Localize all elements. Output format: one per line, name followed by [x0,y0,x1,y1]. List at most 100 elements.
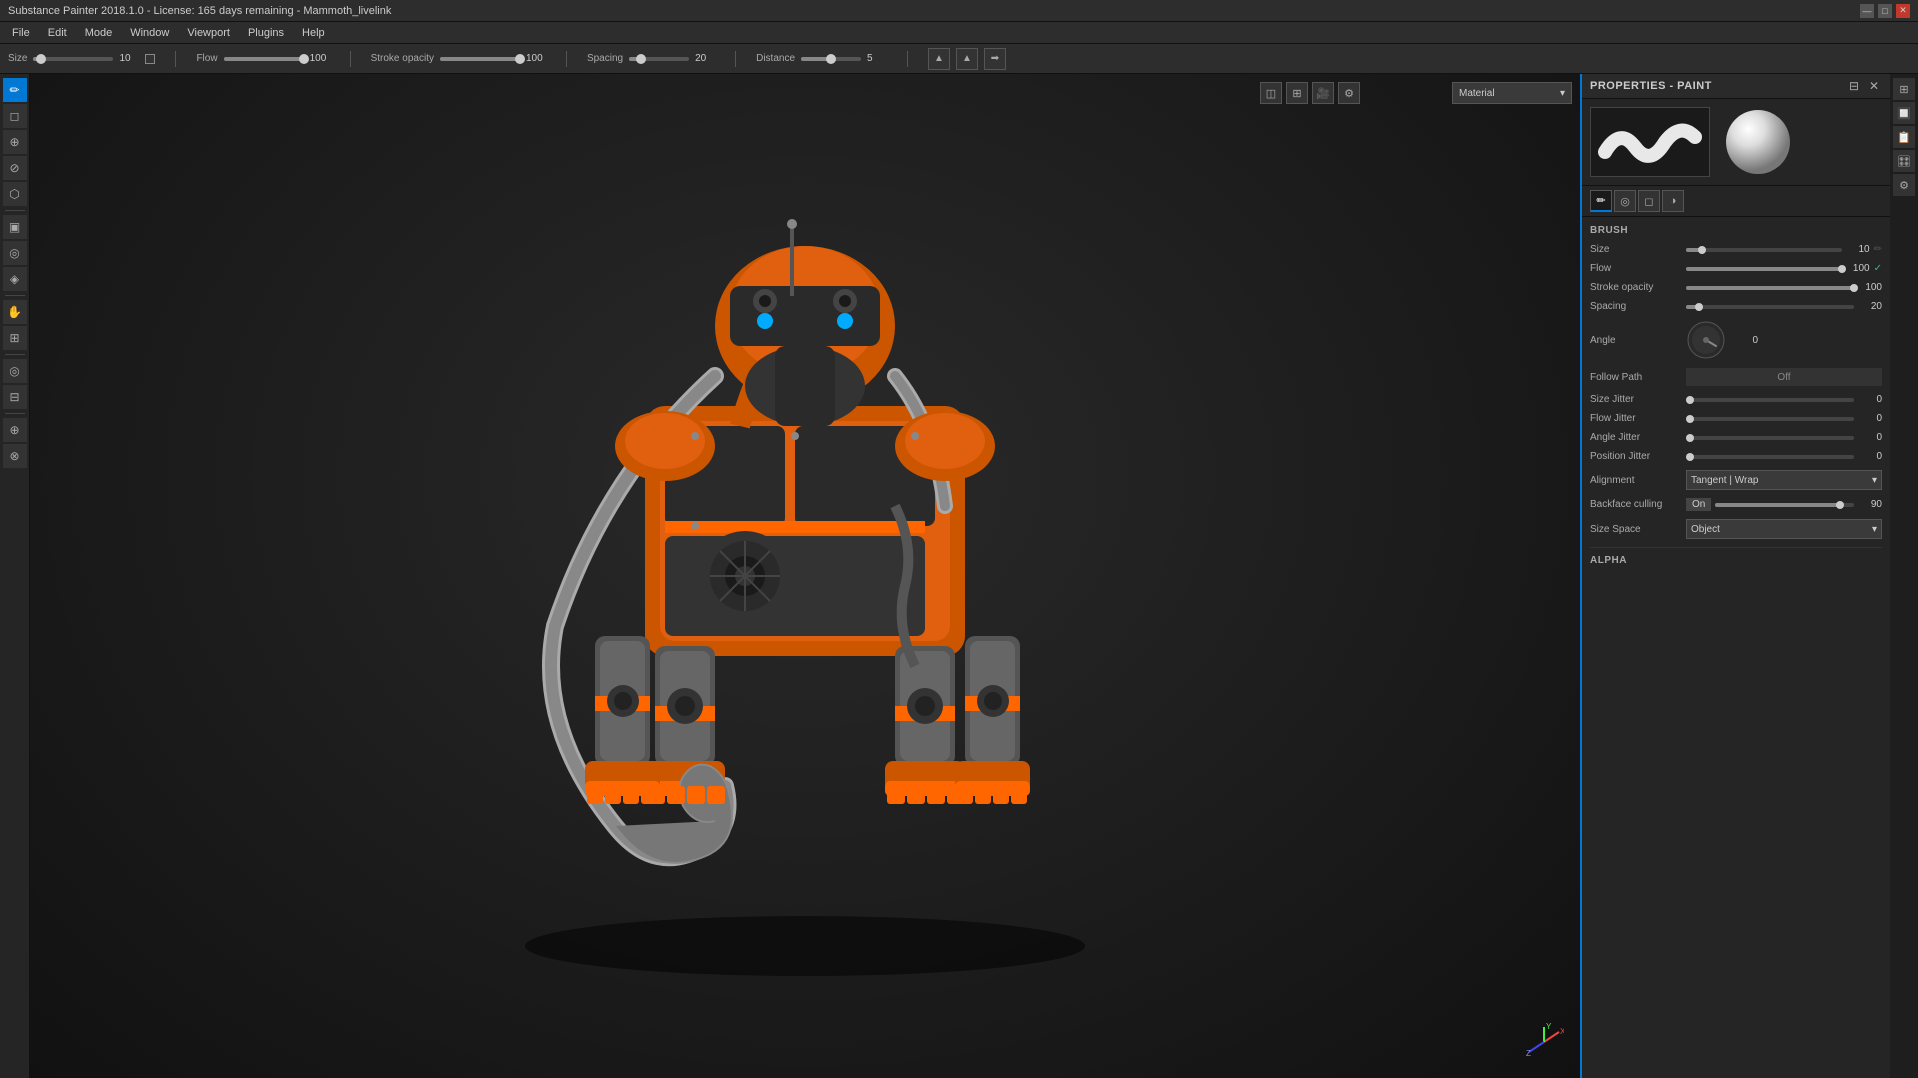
brush-tab-stroke[interactable]: ✏ [1590,190,1612,212]
menu-window[interactable]: Window [122,25,177,41]
viewport-icon-2[interactable]: ⊞ [1286,82,1308,104]
follow-path-toggle[interactable]: Off [1686,368,1882,386]
size-checkbox[interactable] [145,54,155,64]
angle-jitter-row: Angle Jitter 0 [1590,432,1882,443]
toolbar-sep-1 [175,51,176,67]
tool-annotation[interactable]: ⊟ [3,385,27,409]
menu-edit[interactable]: Edit [40,25,75,41]
properties-header-buttons: ⊟ ✕ [1846,78,1882,94]
tool-fill[interactable]: ⊕ [3,130,27,154]
tool-smudge[interactable]: ▣ [3,215,27,239]
distance-slider[interactable] [801,57,861,61]
far-right-btn-4[interactable]: 🎛 [1893,150,1915,172]
size-jitter-label: Size Jitter [1590,394,1680,405]
position-jitter-slider-container: 0 [1686,451,1882,462]
mammoth-scene [30,74,1580,1078]
spacing-prop-label: Spacing [1590,301,1680,312]
far-right-btn-1[interactable]: ⊞ [1893,78,1915,100]
toolbar-sep-3 [566,51,567,67]
backface-culling-value: 90 [1858,499,1882,510]
viewport-icon-4[interactable]: ⚙ [1338,82,1360,104]
material-dropdown-value: Material [1459,88,1495,99]
tool-picker[interactable]: ✋ [3,300,27,324]
menu-file[interactable]: File [4,25,38,41]
tool-dodge[interactable]: ◈ [3,267,27,291]
position-jitter-slider[interactable] [1686,455,1854,459]
tool-paint[interactable]: ✏ [3,78,27,102]
maximize-button[interactable]: □ [1878,4,1892,18]
main-layout: ✏ ◻ ⊕ ⊘ ⬡ ▣ ◎ ◈ ✋ ⊞ ◎ ⊟ ⊕ ⊗ [0,74,1918,1078]
tool-sep-1 [5,210,25,211]
angle-jitter-label: Angle Jitter [1590,432,1680,443]
brush-tab-material[interactable]: ◎ [1614,190,1636,212]
angle-prop-value: 0 [1734,335,1758,346]
size-space-value: Object [1691,524,1720,535]
flow-slider[interactable] [224,57,304,61]
flow-prop-slider[interactable] [1686,267,1842,271]
properties-expand-btn[interactable]: ⊟ [1846,78,1862,94]
close-button[interactable]: ✕ [1896,4,1910,18]
alignment-dropdown[interactable]: Tangent | Wrap ▾ [1686,470,1882,490]
tool-blur[interactable]: ◎ [3,241,27,265]
projection-btn-2[interactable]: ▲ [956,48,978,70]
menu-mode[interactable]: Mode [77,25,121,41]
flow-jitter-slider[interactable] [1686,417,1854,421]
position-jitter-row: Position Jitter 0 [1590,451,1882,462]
tool-misc2[interactable]: ⊗ [3,444,27,468]
properties-content: BRUSH Size 10 ✏ Flow [1582,217,1890,1078]
size-space-dropdown[interactable]: Object ▾ [1686,519,1882,539]
flow-value: 100 [310,53,330,64]
properties-title: PROPERTIES - PAINT [1590,80,1712,92]
far-right-btn-2[interactable]: 🔲 [1893,102,1915,124]
size-prop-slider[interactable] [1686,248,1842,252]
alpha-section: ALPHA [1590,547,1882,566]
tool-erase[interactable]: ◻ [3,104,27,128]
spacing-row: Spacing 20 [1590,301,1882,312]
axes-svg: X Y Z [1524,1022,1564,1062]
size-prop-value: 10 [1846,244,1870,255]
chevron-down-icon: ▾ [1560,88,1565,99]
menu-plugins[interactable]: Plugins [240,25,292,41]
projection-btn-1[interactable]: ▲ [928,48,950,70]
viewport[interactable]: ◫ ⊞ 🎥 ⚙ Material ▾ X Y Z [30,74,1580,1078]
size-jitter-slider[interactable] [1686,398,1854,402]
distance-label: Distance [756,53,795,64]
tool-misc1[interactable]: ⊕ [3,418,27,442]
minimize-button[interactable]: — [1860,4,1874,18]
material-dropdown[interactable]: Material ▾ [1452,82,1572,104]
tool-hand[interactable]: ⊞ [3,326,27,350]
size-edit-icon[interactable]: ✏ [1874,244,1882,255]
viewport-icon-3[interactable]: 🎥 [1312,82,1334,104]
far-right-btn-5[interactable]: ⚙ [1893,174,1915,196]
backface-culling-slider[interactable] [1715,503,1854,507]
size-slider[interactable] [33,57,113,61]
tool-clone[interactable]: ⊘ [3,156,27,180]
size-prop-label: Size [1590,244,1680,255]
flow-jitter-row: Flow Jitter 0 [1590,413,1882,424]
projection-btn-3[interactable]: ➡ [984,48,1006,70]
spacing-prop-slider[interactable] [1686,305,1854,309]
menu-help[interactable]: Help [294,25,333,41]
properties-header: PROPERTIES - PAINT ⊟ ✕ [1582,74,1890,99]
angle-dial-svg[interactable] [1686,320,1726,360]
brush-preview-area [1582,99,1890,186]
menu-viewport[interactable]: Viewport [179,25,238,41]
brush-tab-alpha[interactable]: ◻ [1638,190,1660,212]
properties-close-btn[interactable]: ✕ [1866,78,1882,94]
spacing-slider-container: 20 [1686,301,1882,312]
tool-select[interactable]: ⬡ [3,182,27,206]
stroke-opacity-prop-slider[interactable] [1686,286,1854,290]
spacing-slider[interactable] [629,57,689,61]
spacing-value: 20 [695,53,715,64]
alignment-value: Tangent | Wrap [1691,475,1758,486]
angle-jitter-slider[interactable] [1686,436,1854,440]
far-right-btn-3[interactable]: 📋 [1893,126,1915,148]
brush-tab-effect[interactable]: ◑ [1662,190,1684,212]
titlebar: Substance Painter 2018.1.0 - License: 16… [0,0,1918,22]
tool-measure[interactable]: ◎ [3,359,27,383]
size-group: Size 10 [8,53,155,64]
stroke-opacity-slider[interactable] [440,57,520,61]
stroke-opacity-row: Stroke opacity 100 [1590,282,1882,293]
projection-group: ▲ ▲ ➡ [928,48,1006,70]
viewport-icon-1[interactable]: ◫ [1260,82,1282,104]
